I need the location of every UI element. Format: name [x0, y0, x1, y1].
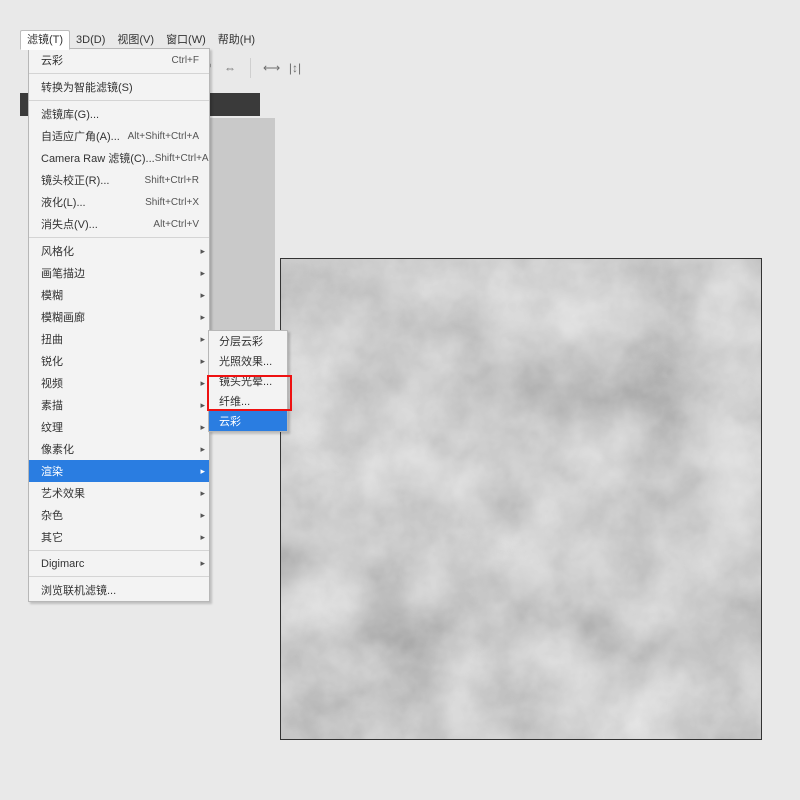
menu-bar: 滤镜(T)3D(D)视图(V)窗口(W)帮助(H) [20, 31, 261, 49]
menu-item-shortcut: Ctrl+F [172, 55, 200, 66]
menu-item-label: 像素化 [41, 441, 74, 457]
menu-item-label: 模糊画廊 [41, 309, 85, 325]
menu-item-label: 扭曲 [41, 331, 63, 347]
menu-item[interactable]: 像素化 [29, 438, 209, 460]
filter-menu-dropdown[interactable]: 云彩 Ctrl+F 转换为智能滤镜(S) 滤镜库(G)... 自适应广角(A)... Al… [28, 48, 210, 602]
submenu-item[interactable]: 纤维... [209, 391, 287, 411]
menu-item-label: 锐化 [41, 353, 63, 369]
menu-item[interactable]: 杂色 [29, 504, 209, 526]
menu-item[interactable]: 渲染 [29, 460, 209, 482]
submenu-item[interactable]: 分层云彩 [209, 331, 287, 351]
menu-item[interactable]: 镜头校正(R)... Shift+Ctrl+R [29, 169, 209, 191]
menu-separator [29, 100, 209, 101]
menu-item[interactable]: 素描 [29, 394, 209, 416]
menu-item-label: 滤镜库(G)... [41, 106, 99, 122]
menu-item-label: 转换为智能滤镜(S) [41, 79, 133, 95]
menu-item[interactable]: 模糊 [29, 284, 209, 306]
menu-item-label: 云彩 [41, 52, 63, 68]
menu-item-label: Camera Raw 滤镜(C)... [41, 150, 155, 166]
tool-icon-d[interactable]: |↕| [287, 61, 303, 75]
menu-item-label: 消失点(V)... [41, 216, 98, 232]
menu-item[interactable]: 转换为智能滤镜(S) [29, 76, 209, 98]
menu-item[interactable]: 风格化 [29, 240, 209, 262]
menu-item[interactable]: 自适应广角(A)... Alt+Shift+Ctrl+A [29, 125, 209, 147]
menu-4[interactable]: 帮助(H) [212, 31, 261, 49]
menu-item-label: 浏览联机滤镜... [41, 582, 116, 598]
menu-1[interactable]: 3D(D) [70, 31, 111, 49]
menu-item-label: 画笔描边 [41, 265, 85, 281]
menu-item[interactable]: 云彩 Ctrl+F [29, 49, 209, 71]
menu-item-label: Digimarc [41, 558, 84, 570]
clouds-render [281, 259, 761, 739]
option-bar: ⤢ ⇔ ⟷ |↕| [198, 56, 303, 80]
toolbar-divider [250, 58, 251, 78]
menu-item[interactable]: Camera Raw 滤镜(C)...Shift+Ctrl+A [29, 147, 209, 169]
menu-2[interactable]: 视图(V) [111, 31, 160, 49]
menu-separator [29, 73, 209, 74]
menu-item[interactable]: 纹理 [29, 416, 209, 438]
menu-item[interactable]: 浏览联机滤镜... [29, 579, 209, 601]
menu-item-shortcut: Shift+Ctrl+A [155, 153, 209, 164]
menu-item-label: 其它 [41, 529, 63, 545]
menu-item-shortcut: Alt+Shift+Ctrl+A [128, 131, 199, 142]
submenu-item[interactable]: 光照效果... [209, 351, 287, 371]
menu-item[interactable]: Digimarc [29, 553, 209, 574]
menu-item-label: 风格化 [41, 243, 74, 259]
menu-item-label: 视频 [41, 375, 63, 391]
menu-item[interactable]: 液化(L)... Shift+Ctrl+X [29, 191, 209, 213]
menu-item[interactable]: 消失点(V)... Alt+Ctrl+V [29, 213, 209, 235]
menu-item[interactable]: 模糊画廊 [29, 306, 209, 328]
menu-item-shortcut: Shift+Ctrl+R [145, 175, 199, 186]
menu-item[interactable]: 其它 [29, 526, 209, 548]
menu-item-shortcut: Alt+Ctrl+V [153, 219, 199, 230]
menu-item-label: 镜头校正(R)... [41, 172, 109, 188]
menu-item[interactable]: 艺术效果 [29, 482, 209, 504]
menu-3[interactable]: 窗口(W) [160, 31, 212, 49]
menu-item[interactable]: 视频 [29, 372, 209, 394]
menu-item[interactable]: 画笔描边 [29, 262, 209, 284]
menu-item-shortcut: Shift+Ctrl+X [145, 197, 199, 208]
menu-item-label: 渲染 [41, 463, 63, 479]
submenu-item[interactable]: 镜头光晕... [209, 371, 287, 391]
canvas[interactable] [280, 258, 762, 740]
menu-item-label: 液化(L)... [41, 194, 86, 210]
menu-item[interactable]: 滤镜库(G)... [29, 103, 209, 125]
menu-separator [29, 237, 209, 238]
menu-item-label: 纹理 [41, 419, 63, 435]
render-submenu[interactable]: 分层云彩光照效果...镜头光晕...纤维...云彩 [208, 330, 288, 432]
submenu-item[interactable]: 云彩 [209, 411, 287, 431]
menu-0[interactable]: 滤镜(T) [20, 30, 70, 50]
menu-item-label: 模糊 [41, 287, 63, 303]
menu-separator [29, 550, 209, 551]
tool-icon-c[interactable]: ⟷ [263, 61, 279, 75]
menu-item-label: 素描 [41, 397, 63, 413]
menu-separator [29, 576, 209, 577]
menu-item[interactable]: 锐化 [29, 350, 209, 372]
menu-item-label: 艺术效果 [41, 485, 85, 501]
tool-icon-b[interactable]: ⇔ [222, 61, 238, 75]
menu-item-label: 自适应广角(A)... [41, 128, 120, 144]
menu-item-label: 杂色 [41, 507, 63, 523]
menu-item[interactable]: 扭曲 [29, 328, 209, 350]
